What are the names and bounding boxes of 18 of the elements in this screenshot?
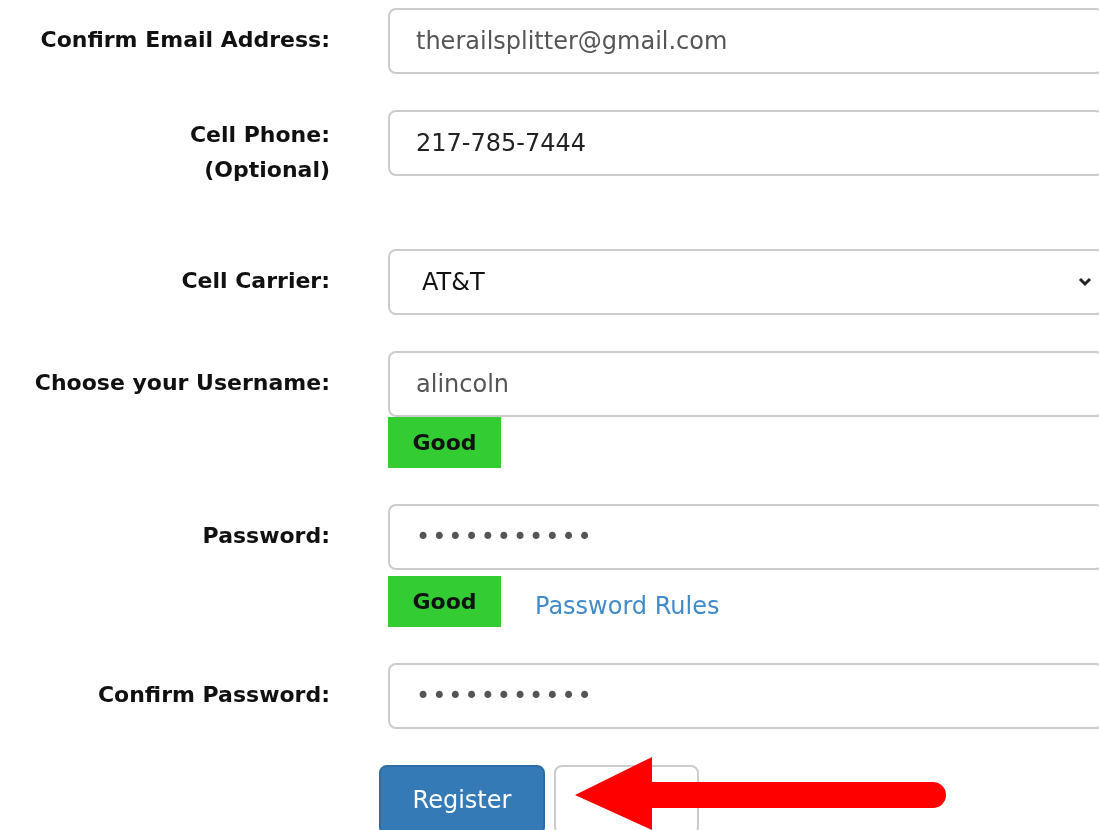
register-button[interactable]: Register bbox=[379, 765, 545, 830]
optional-note: (Optional) bbox=[204, 157, 330, 182]
field-label: Confirm Password: bbox=[97, 682, 330, 707]
text-input[interactable]: therailsplitter@gmail.com bbox=[388, 8, 1099, 74]
text-input[interactable]: ••••••••••• bbox=[388, 663, 1099, 729]
field-label: Cell Phone: bbox=[189, 122, 330, 147]
strength-badge: Good bbox=[388, 417, 501, 468]
field-label: Choose your Username: bbox=[34, 370, 330, 395]
field-label: Confirm Email Address: bbox=[40, 27, 330, 52]
text-input[interactable]: alincoln bbox=[388, 351, 1099, 417]
chevron-icon bbox=[1078, 277, 1092, 287]
text-input[interactable]: 217-785-7444 bbox=[388, 110, 1099, 176]
carrier-select[interactable]: AT&T bbox=[388, 249, 1099, 315]
strength-badge: Good bbox=[388, 576, 501, 627]
field-label: Cell Carrier: bbox=[181, 268, 330, 293]
text-input[interactable]: ••••••••••• bbox=[388, 504, 1099, 570]
field-label: Password: bbox=[202, 523, 330, 548]
password-rules-link[interactable]: Password Rules bbox=[535, 583, 720, 620]
